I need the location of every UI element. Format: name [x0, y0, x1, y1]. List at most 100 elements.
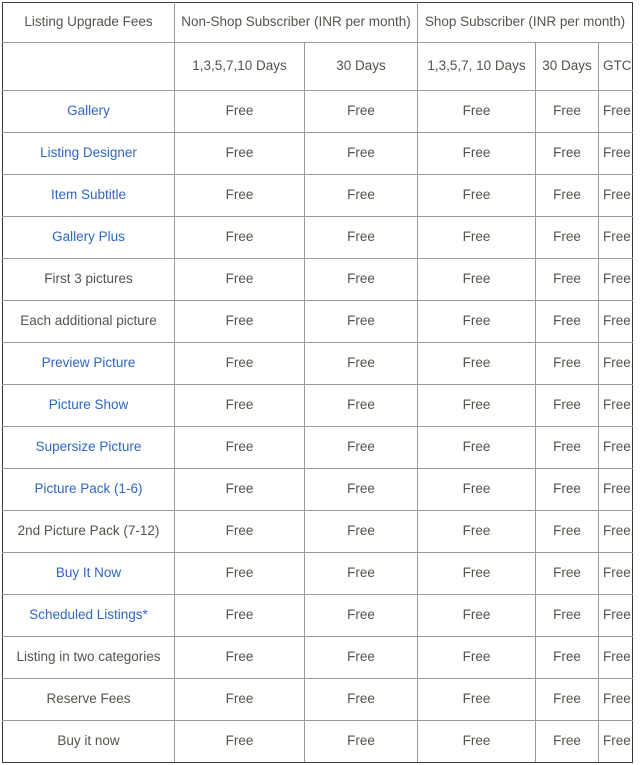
fee-cell: Free	[175, 427, 305, 469]
sub-header-shop-gtc: GTC	[599, 43, 633, 91]
fee-cell: Free	[305, 175, 418, 217]
fee-value: Free	[603, 523, 631, 538]
row-label-link[interactable]: Gallery	[67, 103, 110, 118]
corner-header-listing-upgrade-fees: Listing Upgrade Fees	[3, 3, 175, 43]
fee-value: Free	[553, 145, 581, 160]
fee-value: Free	[226, 733, 254, 748]
row-label-link[interactable]: Supersize Picture	[36, 439, 142, 454]
row-label-link[interactable]: Picture Show	[49, 397, 129, 412]
row-label-link[interactable]: Listing Designer	[40, 145, 137, 160]
row-label-text: Reserve Fees	[46, 691, 130, 706]
row-label-link[interactable]: Item Subtitle	[51, 187, 126, 202]
sub-header-row: 1,3,5,7,10 Days 30 Days 1,3,5,7, 10 Days…	[3, 43, 633, 91]
fee-cell: Free	[599, 679, 633, 721]
fee-value: Free	[553, 355, 581, 370]
fee-cell: Free	[418, 469, 536, 511]
fee-value: Free	[463, 607, 491, 622]
fee-value: Free	[347, 607, 375, 622]
fee-cell: Free	[175, 301, 305, 343]
fee-value: Free	[347, 313, 375, 328]
fee-value: Free	[347, 145, 375, 160]
fee-cell: Free	[305, 217, 418, 259]
fee-cell: Free	[536, 301, 599, 343]
table-row: Reserve FeesFreeFreeFreeFreeFree	[3, 679, 633, 721]
fee-value: Free	[347, 691, 375, 706]
row-label-text: Buy it now	[57, 733, 119, 748]
row-label-link[interactable]: Picture Pack (1-6)	[34, 481, 142, 496]
fee-cell: Free	[175, 133, 305, 175]
row-label-link[interactable]: Gallery Plus	[52, 229, 125, 244]
fee-cell: Free	[599, 175, 633, 217]
row-label-cell: 2nd Picture Pack (7-12)	[3, 511, 175, 553]
fee-value: Free	[226, 439, 254, 454]
fee-cell: Free	[536, 469, 599, 511]
fee-value: Free	[553, 397, 581, 412]
fee-value: Free	[553, 733, 581, 748]
fee-value: Free	[553, 103, 581, 118]
fee-cell: Free	[175, 217, 305, 259]
row-label-link[interactable]: Buy It Now	[56, 565, 121, 580]
fee-value: Free	[603, 691, 631, 706]
fee-value: Free	[553, 565, 581, 580]
fee-value: Free	[553, 271, 581, 286]
row-label-cell: Picture Pack (1-6)	[3, 469, 175, 511]
fee-value: Free	[347, 439, 375, 454]
fee-value: Free	[347, 733, 375, 748]
fee-value: Free	[463, 523, 491, 538]
fee-cell: Free	[599, 385, 633, 427]
fee-value: Free	[226, 565, 254, 580]
fee-cell: Free	[536, 385, 599, 427]
row-label-cell: Reserve Fees	[3, 679, 175, 721]
fee-cell: Free	[599, 259, 633, 301]
fee-cell: Free	[175, 469, 305, 511]
fee-cell: Free	[599, 637, 633, 679]
fee-value: Free	[553, 523, 581, 538]
row-label-text: Listing in two categories	[16, 649, 160, 664]
fee-value: Free	[603, 145, 631, 160]
fee-cell: Free	[536, 553, 599, 595]
fee-value: Free	[463, 691, 491, 706]
row-label-cell: First 3 pictures	[3, 259, 175, 301]
fee-cell: Free	[418, 217, 536, 259]
fee-cell: Free	[418, 301, 536, 343]
row-label-cell: Preview Picture	[3, 343, 175, 385]
row-label-text: First 3 pictures	[44, 271, 133, 286]
fee-value: Free	[226, 691, 254, 706]
group-header-shop-subscriber: Shop Subscriber (INR per month)	[418, 3, 633, 43]
fee-cell: Free	[418, 133, 536, 175]
fee-value: Free	[463, 313, 491, 328]
fee-cell: Free	[536, 343, 599, 385]
row-label-cell: Item Subtitle	[3, 175, 175, 217]
fee-value: Free	[226, 271, 254, 286]
table-body: GalleryFreeFreeFreeFreeFreeListing Desig…	[3, 91, 633, 763]
row-label-link[interactable]: Preview Picture	[42, 355, 136, 370]
fee-cell: Free	[418, 553, 536, 595]
fee-value: Free	[553, 229, 581, 244]
fee-cell: Free	[599, 217, 633, 259]
sub-header-shop-days: 1,3,5,7, 10 Days	[418, 43, 536, 91]
fee-cell: Free	[305, 259, 418, 301]
table-row: Item SubtitleFreeFreeFreeFreeFree	[3, 175, 633, 217]
fee-cell: Free	[175, 385, 305, 427]
fee-value: Free	[603, 607, 631, 622]
fee-cell: Free	[599, 343, 633, 385]
fee-cell: Free	[536, 595, 599, 637]
fee-value: Free	[226, 397, 254, 412]
fee-cell: Free	[175, 343, 305, 385]
fee-cell: Free	[305, 595, 418, 637]
fee-value: Free	[226, 481, 254, 496]
row-label-link[interactable]: Scheduled Listings*	[29, 607, 148, 622]
fee-value: Free	[463, 649, 491, 664]
group-header-row: Listing Upgrade Fees Non-Shop Subscriber…	[3, 3, 633, 43]
table-row: Picture Pack (1-6)FreeFreeFreeFreeFree	[3, 469, 633, 511]
fee-value: Free	[226, 607, 254, 622]
sub-header-blank	[3, 43, 175, 91]
fee-cell: Free	[418, 343, 536, 385]
fee-value: Free	[553, 649, 581, 664]
fee-cell: Free	[305, 385, 418, 427]
row-label-cell: Scheduled Listings*	[3, 595, 175, 637]
sub-header-nonshop-days: 1,3,5,7,10 Days	[175, 43, 305, 91]
fee-value: Free	[553, 439, 581, 454]
fee-value: Free	[553, 607, 581, 622]
row-label-cell: Each additional picture	[3, 301, 175, 343]
